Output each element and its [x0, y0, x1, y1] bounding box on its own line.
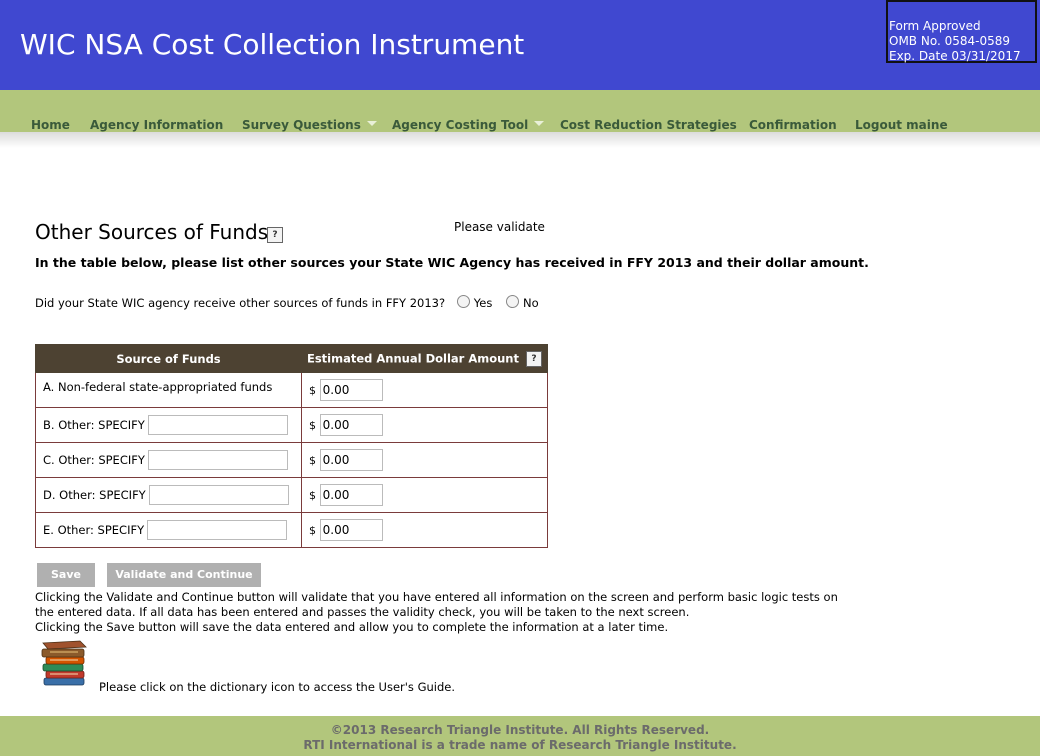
source-cell: C. Other: SPECIFY — [35, 442, 302, 478]
nav-item-label: Logout maine — [855, 118, 948, 132]
footer: ©2013 Research Triangle Institute. All R… — [0, 716, 1040, 756]
help-icon[interactable]: ? — [267, 227, 283, 243]
radio-yes[interactable] — [456, 295, 470, 308]
nav-shadow — [0, 132, 1040, 148]
save-button[interactable]: Save — [37, 563, 95, 587]
nav-item-label: Home — [31, 118, 70, 132]
table-row: C. Other: SPECIFY $ — [35, 442, 548, 478]
app-title: WIC NSA Cost Collection Instrument — [20, 28, 525, 61]
amount-cell: $ — [301, 477, 548, 513]
users-guide-text: Please click on the dictionary icon to a… — [99, 680, 455, 694]
chevron-down-icon — [366, 121, 377, 126]
omb-notice: Form Approved OMB No. 0584-0589 Exp. Dat… — [886, 0, 1037, 63]
funds-question: Did your State WIC agency receive other … — [35, 295, 539, 310]
help-icon[interactable]: ? — [526, 350, 543, 367]
radio-no[interactable] — [506, 295, 519, 308]
page-title: Other Sources of Funds — [35, 220, 269, 244]
footer-trade-name: RTI International is a trade name of Res… — [303, 738, 737, 752]
specify-input-b[interactable] — [147, 415, 288, 435]
nav-item-label: Survey Questions — [242, 118, 361, 132]
currency-symbol: $ — [309, 453, 316, 467]
currency-symbol: $ — [309, 418, 316, 432]
table-row: A. Non-federal state-appropriated funds … — [35, 372, 548, 408]
amount-input-d[interactable] — [319, 484, 383, 506]
omb-line-number: OMB No. 0584-0589 — [889, 34, 1010, 48]
question-text: Did your State WIC agency receive other … — [35, 296, 446, 310]
amount-input-c[interactable] — [319, 449, 383, 471]
nav-item-label: Agency Information — [90, 118, 224, 132]
amount-cell: $ — [301, 372, 548, 408]
nav-item-logout[interactable]: Logout maine — [855, 118, 948, 132]
table-row: B. Other: SPECIFY $ — [35, 407, 548, 443]
nav-item-agency-information[interactable]: Agency Information — [90, 118, 223, 132]
amount-cell: $ — [301, 442, 548, 478]
source-cell: A. Non-federal state-appropriated funds — [35, 372, 302, 408]
amount-input-b[interactable] — [319, 414, 383, 436]
omb-line-form-approved: Form Approved — [889, 19, 981, 33]
nav-item-agency-costing-tool[interactable]: Agency Costing Tool — [392, 118, 545, 132]
dictionary-icon[interactable] — [40, 640, 90, 688]
footer-copyright: ©2013 Research Triangle Institute. All R… — [330, 723, 710, 737]
row-label: B. Other: SPECIFY — [43, 417, 145, 432]
radio-yes-label[interactable]: Yes — [474, 296, 493, 310]
column-header-source: Source of Funds — [35, 344, 302, 373]
help-text-validate: Clicking the Validate and Continue butto… — [35, 590, 838, 619]
nav-item-label: Confirmation — [749, 118, 837, 132]
omb-line-expiry: Exp. Date 03/31/2017 — [889, 49, 1021, 63]
help-text: Clicking the Validate and Continue butto… — [35, 590, 855, 635]
amount-cell: $ — [301, 407, 548, 443]
row-label: C. Other: SPECIFY — [43, 452, 145, 467]
amount-input-a[interactable] — [319, 379, 383, 401]
instruction-text: In the table below, please list other so… — [35, 255, 869, 270]
header-bar: WIC NSA Cost Collection Instrument Form … — [0, 0, 1040, 90]
nav-item-confirmation[interactable]: Confirmation — [749, 118, 837, 132]
specify-input-c[interactable] — [147, 450, 288, 470]
nav-item-survey-questions[interactable]: Survey Questions — [242, 118, 377, 132]
table-header-row: Source of Funds Estimated Annual Dollar … — [35, 344, 548, 373]
nav-item-label: Agency Costing Tool — [392, 118, 529, 132]
currency-symbol: $ — [309, 488, 316, 502]
row-label: E. Other: SPECIFY — [43, 522, 145, 537]
amount-input-e[interactable] — [319, 519, 383, 541]
currency-symbol: $ — [309, 523, 316, 537]
source-cell: D. Other: SPECIFY — [35, 477, 302, 513]
row-label: D. Other: SPECIFY — [43, 487, 146, 502]
specify-input-d[interactable] — [148, 485, 289, 505]
row-label: A. Non-federal state-appropriated funds — [43, 380, 273, 394]
table-row: E. Other: SPECIFY $ — [35, 512, 548, 548]
funds-table: Source of Funds Estimated Annual Dollar … — [35, 344, 548, 548]
column-header-amount-label: Estimated Annual Dollar Amount — [306, 351, 519, 365]
chevron-down-icon — [534, 121, 545, 126]
currency-symbol: $ — [309, 383, 316, 397]
validate-continue-button[interactable]: Validate and Continue — [107, 563, 261, 587]
nav-item-home[interactable]: Home — [31, 118, 70, 132]
validate-note: Please validate — [454, 220, 545, 234]
source-cell: E. Other: SPECIFY — [35, 512, 302, 548]
column-header-amount: Estimated Annual Dollar Amount ? — [301, 344, 548, 373]
source-cell: B. Other: SPECIFY — [35, 407, 302, 443]
nav-item-label: Cost Reduction Strategies — [560, 118, 737, 132]
nav-item-cost-reduction-strategies[interactable]: Cost Reduction Strategies — [560, 118, 737, 132]
amount-cell: $ — [301, 512, 548, 548]
help-text-save: Clicking the Save button will save the d… — [35, 620, 669, 634]
table-row: D. Other: SPECIFY $ — [35, 477, 548, 513]
radio-no-label[interactable]: No — [523, 296, 539, 310]
specify-input-e[interactable] — [147, 520, 288, 540]
